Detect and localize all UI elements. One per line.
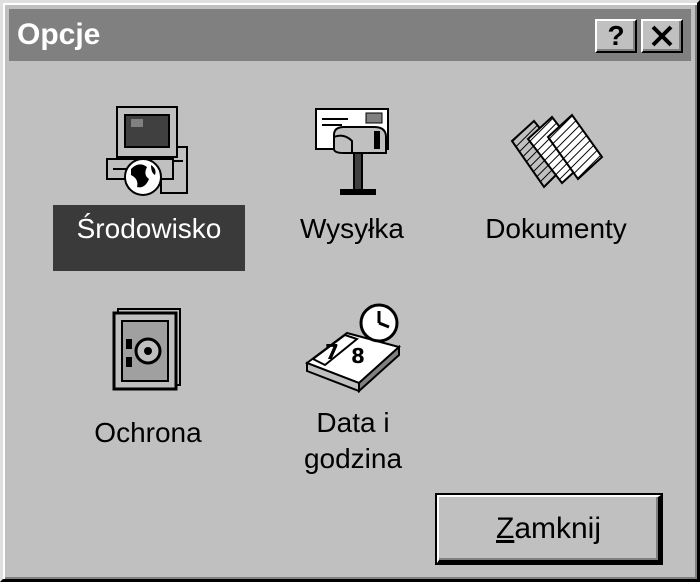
option-label: Dokumenty bbox=[485, 213, 627, 244]
calendar-clock-icon: 7 8 bbox=[304, 303, 402, 394]
zamknij-button[interactable]: Zamknij bbox=[437, 495, 661, 563]
option-srodowisko[interactable]: Środowisko bbox=[53, 103, 245, 271]
svg-text:8: 8 bbox=[351, 344, 365, 368]
close-button[interactable] bbox=[641, 19, 683, 53]
option-label-line1: Data i bbox=[316, 407, 390, 438]
option-dokumenty[interactable]: Dokumenty bbox=[469, 103, 643, 247]
option-label: Wysyłka bbox=[300, 213, 404, 244]
options-dialog: Opcje ? Środowisko Wysyłka Dokumenty Och… bbox=[0, 0, 700, 582]
option-label: Ochrona bbox=[94, 417, 202, 448]
title-bar[interactable]: Opcje ? bbox=[9, 9, 691, 61]
window-title: Opcje bbox=[17, 18, 101, 51]
computer-globe-icon bbox=[106, 106, 188, 196]
mailbox-icon bbox=[315, 108, 389, 195]
help-button[interactable]: ? bbox=[595, 19, 637, 53]
question-mark-icon: ? bbox=[607, 20, 625, 51]
option-label-line2: godzina bbox=[303, 443, 403, 474]
option-data-i-godzina[interactable]: 7 8 Data i godzina bbox=[283, 299, 423, 477]
safe-icon bbox=[112, 308, 181, 391]
accelerator-letter: Z bbox=[495, 511, 515, 545]
close-icon bbox=[651, 25, 673, 47]
documents-icon bbox=[510, 113, 604, 189]
button-label: amknij bbox=[514, 511, 602, 545]
option-ochrona[interactable]: Ochrona bbox=[73, 305, 223, 451]
options-panel: Środowisko Wysyłka Dokumenty Ochrona 7 8… bbox=[9, 63, 691, 573]
option-wysylka[interactable]: Wysyłka bbox=[277, 103, 427, 247]
svg-text:7: 7 bbox=[325, 340, 339, 364]
option-label: Środowisko bbox=[53, 205, 245, 271]
